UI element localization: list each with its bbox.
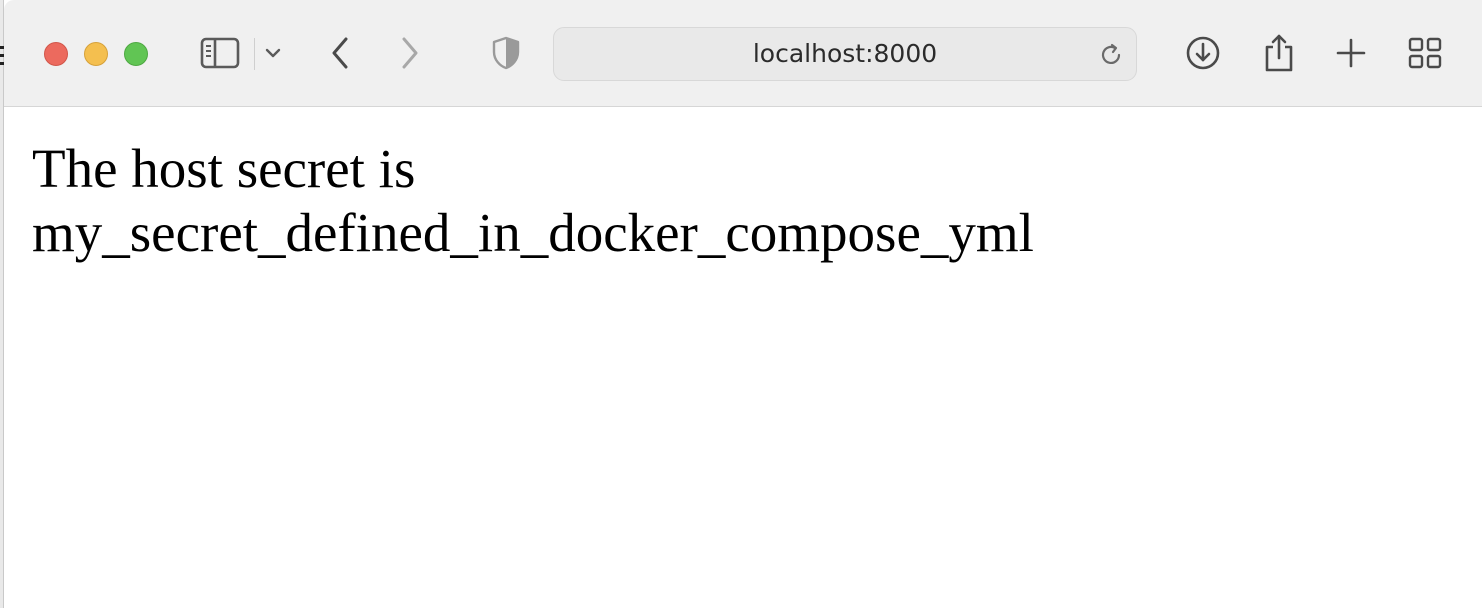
plus-icon: [1336, 38, 1366, 68]
privacy-report-button[interactable]: [484, 30, 528, 76]
tab-grid-icon: [1408, 37, 1442, 69]
browser-window: localhost:8000 The host secret is my_sec…: [0, 0, 1482, 608]
toolbar-divider: [254, 38, 255, 70]
url-text: localhost:8000: [752, 39, 938, 68]
download-icon: [1186, 36, 1220, 70]
back-arrow-icon: [332, 37, 348, 69]
close-window-button[interactable]: [44, 42, 68, 66]
share-button[interactable]: [1256, 30, 1302, 76]
secret-message-line-2: my_secret_defined_in_docker_compose_yml: [32, 202, 1034, 263]
chevron-down-icon: [265, 48, 281, 58]
tab-group-menu-button[interactable]: [260, 30, 286, 76]
back-button[interactable]: [320, 30, 360, 76]
address-bar[interactable]: localhost:8000: [553, 27, 1137, 81]
sidebar-icon: [200, 37, 240, 69]
minimize-window-button[interactable]: [84, 42, 108, 66]
forward-arrow-icon: [402, 37, 418, 69]
reload-button[interactable]: [1096, 40, 1126, 70]
browser-toolbar: localhost:8000: [4, 0, 1482, 107]
tab-overview-button[interactable]: [1402, 30, 1448, 76]
forward-button[interactable]: [390, 30, 430, 76]
secret-message-line-1: The host secret is: [32, 138, 416, 199]
reload-icon: [1101, 43, 1121, 64]
new-tab-button[interactable]: [1328, 30, 1374, 76]
share-icon: [1265, 34, 1293, 72]
maximize-window-button[interactable]: [124, 42, 148, 66]
secret-message: The host secret is my_secret_defined_in_…: [32, 137, 1034, 265]
page-content: The host secret is my_secret_defined_in_…: [4, 107, 1482, 608]
sidebar-toggle-button[interactable]: [194, 30, 246, 76]
shield-icon: [492, 36, 520, 70]
downloads-button[interactable]: [1180, 30, 1226, 76]
